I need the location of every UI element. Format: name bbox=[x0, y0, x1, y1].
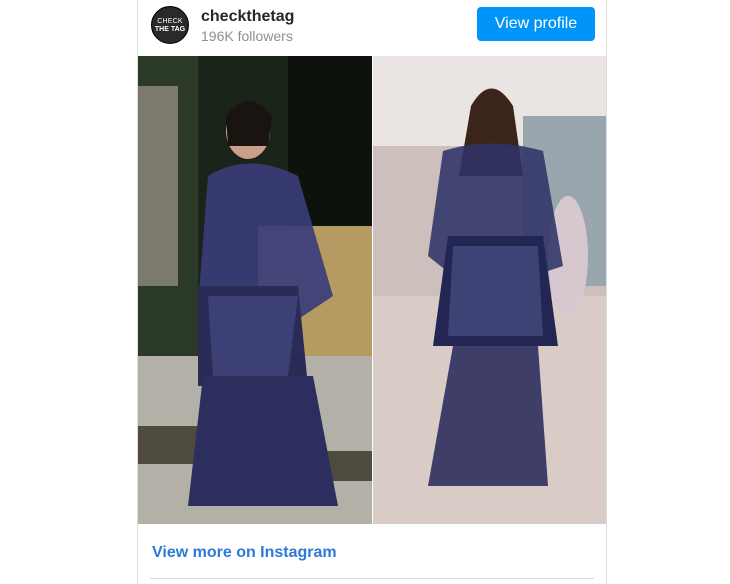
post-photo-right[interactable] bbox=[373, 56, 606, 524]
view-profile-button[interactable]: View profile bbox=[477, 7, 595, 41]
divider bbox=[150, 578, 594, 579]
avatar[interactable]: CHECK THE TAG bbox=[151, 6, 189, 44]
avatar-text-line2: THE TAG bbox=[154, 25, 186, 33]
photo-right-image bbox=[373, 56, 606, 524]
embed-header: CHECK THE TAG checkthetag 196K followers… bbox=[138, 0, 606, 56]
post-photo-left[interactable] bbox=[138, 56, 372, 524]
followers-count: 196K followers bbox=[201, 28, 293, 44]
photo-left-image bbox=[138, 56, 372, 524]
username[interactable]: checkthetag bbox=[201, 8, 294, 26]
view-more-on-instagram-link[interactable]: View more on Instagram bbox=[152, 544, 337, 562]
avatar-text-line1: CHECK bbox=[157, 17, 183, 25]
instagram-embed: CHECK THE TAG checkthetag 196K followers… bbox=[137, 0, 607, 584]
